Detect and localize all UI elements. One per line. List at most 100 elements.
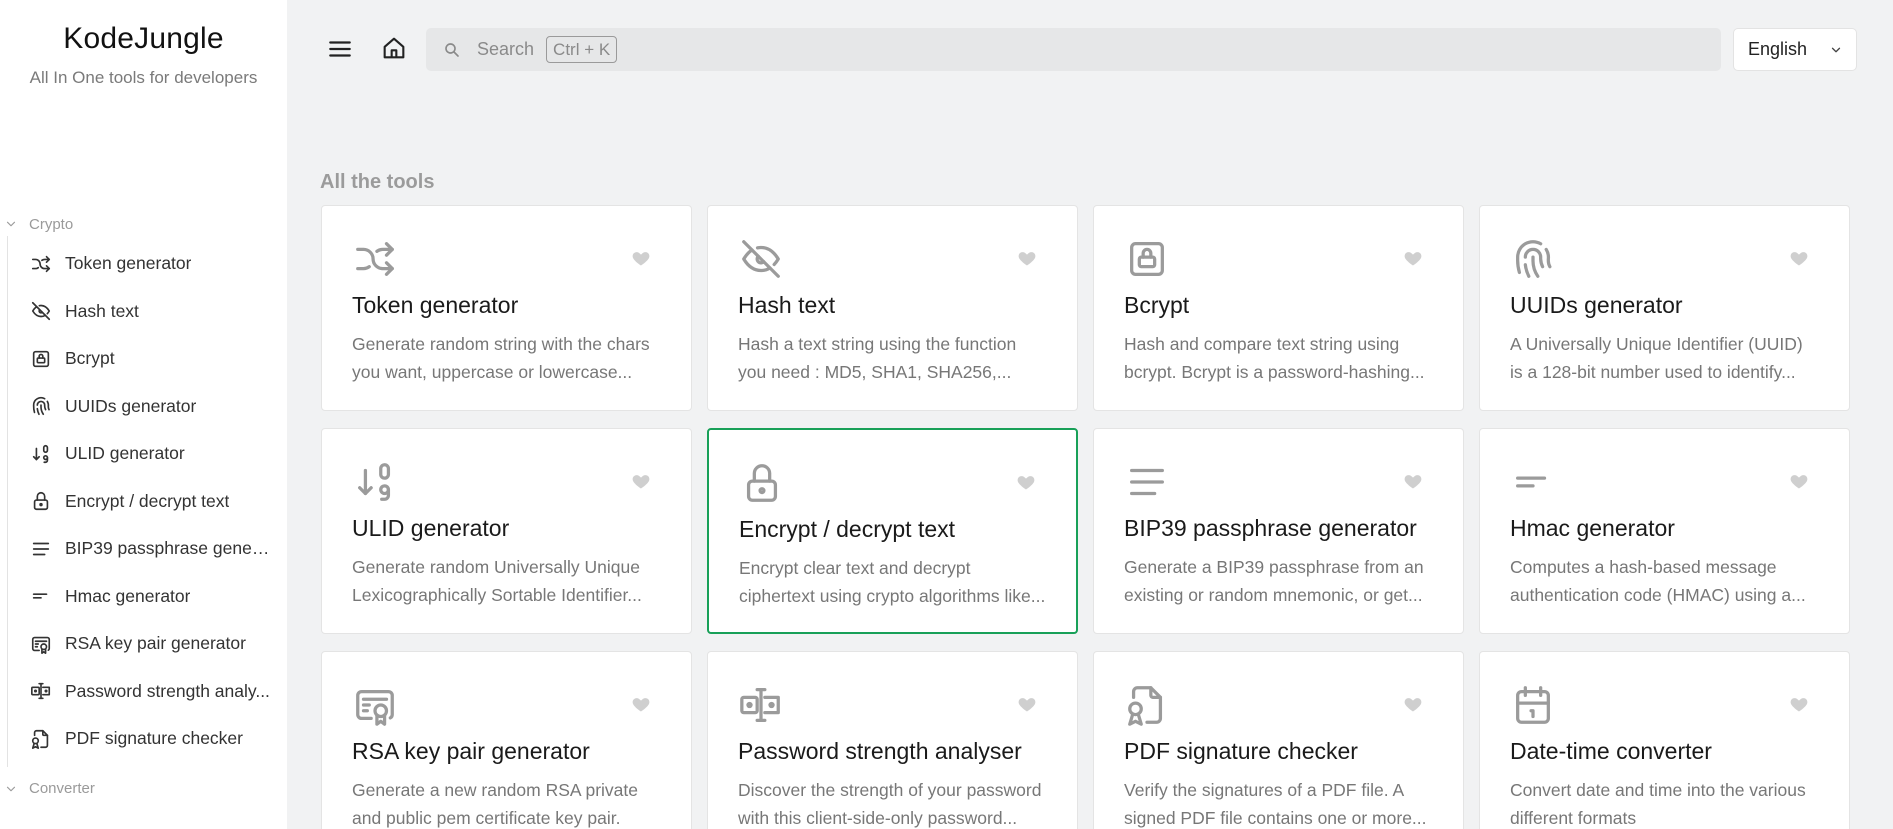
sidebar-item[interactable]: Bcrypt bbox=[8, 335, 287, 383]
short-text-icon bbox=[1510, 459, 1556, 505]
heart-icon[interactable] bbox=[1789, 694, 1809, 714]
tool-card-description: Verify the signatures of a PDF file. A s… bbox=[1124, 780, 1427, 828]
home-icon[interactable] bbox=[380, 34, 408, 62]
heart-icon[interactable] bbox=[1017, 694, 1037, 714]
sidebar-group-label: Converter bbox=[29, 780, 95, 797]
tool-card-description: A Universally Unique Identifier (UUID) i… bbox=[1510, 334, 1803, 382]
fingerprint-icon bbox=[1510, 236, 1556, 282]
sidebar-item-label: Encrypt / decrypt text bbox=[65, 490, 230, 511]
tool-card[interactable]: BIP39 passphrase generator Generate a BIP… bbox=[1093, 428, 1464, 634]
sort-numbers-icon bbox=[30, 443, 52, 465]
sidebar-item-label: Hmac generator bbox=[65, 585, 191, 606]
sidebar-group-header[interactable]: Converter bbox=[0, 777, 287, 801]
menu-icon[interactable] bbox=[327, 36, 353, 62]
sidebar-item-label: PDF signature checker bbox=[65, 728, 243, 749]
calendar-icon bbox=[1510, 682, 1556, 728]
heart-icon[interactable] bbox=[1403, 248, 1423, 268]
sidebar-item-label: Password strength analy... bbox=[65, 680, 270, 701]
tool-card-title: BIP39 passphrase generator bbox=[1124, 515, 1417, 541]
heart-icon[interactable] bbox=[631, 471, 651, 491]
sidebar-item-label: Bcrypt bbox=[65, 348, 115, 369]
tool-card-description: Encrypt clear text and decrypt ciphertex… bbox=[739, 558, 1046, 606]
heart-icon[interactable] bbox=[1016, 472, 1036, 492]
file-certificate-icon bbox=[1124, 682, 1170, 728]
sort-numbers-icon bbox=[352, 459, 398, 505]
sidebar-item[interactable]: Token generator bbox=[8, 240, 287, 288]
sidebar-group-label: Crypto bbox=[29, 215, 74, 233]
chevron-down-icon bbox=[1831, 47, 1841, 52]
tool-card[interactable]: Token generator Generate random string wi… bbox=[321, 205, 692, 411]
shuffle-icon bbox=[30, 253, 52, 275]
sidebar-item-label: RSA key pair generator bbox=[65, 633, 246, 654]
heart-icon[interactable] bbox=[631, 248, 651, 268]
tool-card[interactable]: Bcrypt Hash and compare text string using… bbox=[1093, 205, 1464, 411]
tool-card-description: Generate a BIP39 passphrase from an exis… bbox=[1124, 557, 1424, 605]
brand: KodeJungle All In One tools for develope… bbox=[0, 0, 287, 88]
tool-card-title: Password strength analyser bbox=[738, 738, 1022, 764]
sidebar-item[interactable]: Password strength analy... bbox=[8, 668, 287, 716]
tool-card-title: ULID generator bbox=[352, 515, 510, 541]
sidebar-item[interactable]: Hash text bbox=[8, 288, 287, 336]
sidebar-item-label: Hash text bbox=[65, 300, 139, 321]
sidebar-item[interactable]: Encrypt / decrypt text bbox=[8, 478, 287, 526]
tool-card[interactable]: Date-time converter Convert date and time… bbox=[1479, 651, 1850, 829]
language-select[interactable]: English bbox=[1733, 28, 1857, 71]
search-icon bbox=[445, 42, 459, 57]
tool-card-title: Encrypt / decrypt text bbox=[739, 516, 956, 542]
tool-card[interactable]: RSA key pair generator Generate a new ran… bbox=[321, 651, 692, 829]
tool-card-description: Generate random string with the chars yo… bbox=[352, 334, 650, 382]
tool-card[interactable]: Hmac generator Computes a hash-based mess… bbox=[1479, 428, 1850, 634]
file-certificate-icon bbox=[30, 728, 52, 750]
sidebar-item-label: Token generator bbox=[65, 253, 192, 274]
tool-card[interactable]: Hash text Hash a text string using the fu… bbox=[707, 205, 1078, 411]
search-bar[interactable]: Search Ctrl + K bbox=[426, 28, 1721, 71]
heart-icon[interactable] bbox=[1017, 248, 1037, 268]
tool-card-title: Hmac generator bbox=[1510, 515, 1675, 541]
sidebar-group-header[interactable]: Crypto bbox=[0, 212, 287, 236]
section-title: All the tools bbox=[320, 171, 435, 193]
lock-icon bbox=[739, 460, 785, 506]
search-placeholder: Search bbox=[477, 39, 535, 59]
tool-card[interactable]: UUIDs generator A Universally Unique Iden… bbox=[1479, 205, 1850, 411]
tool-card[interactable]: Password strength analyser Discover the s… bbox=[707, 651, 1078, 829]
tool-card-description: Convert date and time into the various d… bbox=[1510, 780, 1806, 828]
tool-card-title: Date-time converter bbox=[1510, 738, 1712, 764]
eye-off-icon bbox=[738, 236, 784, 282]
heart-icon[interactable] bbox=[1789, 248, 1809, 268]
align-justified-icon bbox=[1124, 459, 1170, 505]
tool-card-title: Token generator bbox=[352, 292, 519, 318]
sidebar-item[interactable]: RSA key pair generator bbox=[8, 620, 287, 668]
tool-card[interactable]: ULID generator Generate random Universall… bbox=[321, 428, 692, 634]
tool-card-title: RSA key pair generator bbox=[352, 738, 590, 764]
sidebar-item[interactable]: PDF signature checker bbox=[8, 715, 287, 763]
heart-icon[interactable] bbox=[1403, 694, 1423, 714]
brand-title[interactable]: KodeJungle bbox=[0, 22, 287, 56]
tool-card-description: Hash and compare text string using bcryp… bbox=[1124, 334, 1425, 382]
brand-subtitle: All In One tools for developers bbox=[29, 68, 258, 87]
sidebar-item[interactable]: Hmac generator bbox=[8, 573, 287, 621]
heart-icon[interactable] bbox=[1789, 471, 1809, 491]
heart-icon[interactable] bbox=[631, 694, 651, 714]
sidebar-item-label: BIP39 passphrase gener... bbox=[65, 538, 270, 559]
sidebar-item[interactable]: UUIDs generator bbox=[8, 383, 287, 431]
sidebar: KodeJungle All In One tools for develope… bbox=[0, 0, 287, 829]
password-icon bbox=[738, 682, 784, 728]
sidebar-group: Converter bbox=[0, 777, 287, 801]
header: Search Ctrl + K English bbox=[287, 0, 1893, 100]
sidebar-item[interactable]: ULID generator bbox=[8, 430, 287, 478]
chevron-down-icon bbox=[4, 217, 18, 231]
tool-card-title: Bcrypt bbox=[1124, 292, 1190, 318]
sidebar-item-label: ULID generator bbox=[65, 443, 185, 464]
short-text-icon bbox=[30, 585, 52, 607]
tool-card[interactable]: Encrypt / decrypt text Encrypt clear text… bbox=[707, 428, 1078, 634]
sidebar-group: Crypto Token generator Hash text Bcrypt UUID… bbox=[0, 212, 287, 767]
sidebar-nav: Crypto Token generator Hash text Bcrypt UUID… bbox=[0, 212, 287, 801]
sidebar-item[interactable]: BIP39 passphrase gener... bbox=[8, 525, 287, 573]
tool-card-description: Generate a new random RSA private and pu… bbox=[352, 780, 638, 828]
tool-card-title: PDF signature checker bbox=[1124, 738, 1358, 764]
tool-card[interactable]: PDF signature checker Verify the signatur… bbox=[1093, 651, 1464, 829]
heart-icon[interactable] bbox=[1403, 471, 1423, 491]
tool-card-description: Discover the strength of your password w… bbox=[738, 780, 1042, 828]
sidebar-item-label: UUIDs generator bbox=[65, 395, 197, 416]
tool-card-title: UUIDs generator bbox=[1510, 292, 1683, 318]
